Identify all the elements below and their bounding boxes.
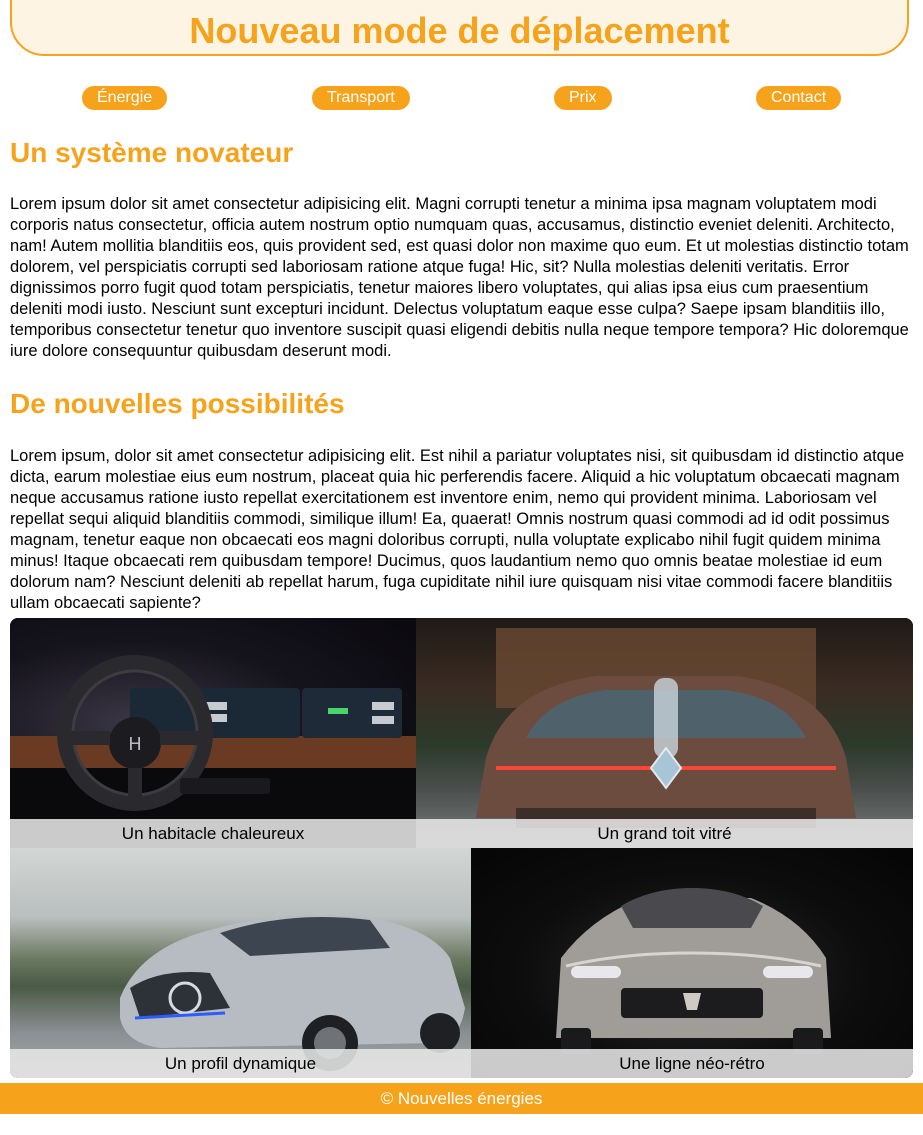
copyright-text: © Nouvelles énergies bbox=[380, 1089, 543, 1108]
electric-car-image bbox=[120, 914, 465, 1071]
section-text-possibilites: Lorem ipsum, dolor sit amet consectetur … bbox=[10, 447, 905, 612]
svg-text:H: H bbox=[128, 734, 142, 755]
gallery-item-profile: Un profil dynamique bbox=[10, 848, 471, 1078]
photo-gallery: H Un habitacle chaleureux Un grand toit … bbox=[10, 618, 913, 1078]
gallery-caption: Un grand toit vitré bbox=[416, 819, 913, 848]
gallery-caption: Une ligne néo-rétro bbox=[471, 1049, 913, 1078]
nav-link-contact[interactable]: Contact bbox=[756, 86, 842, 110]
gallery-item-glass-roof: Un grand toit vitré bbox=[416, 618, 913, 848]
site-header: Nouveau mode de déplacement bbox=[10, 0, 909, 56]
site-footer: © Nouvelles énergies bbox=[0, 1083, 923, 1114]
page-title: Nouveau mode de déplacement bbox=[189, 10, 730, 51]
concept-car-image bbox=[476, 628, 856, 828]
retro-coupe-image bbox=[556, 888, 831, 1054]
main-nav: Énergie Transport Prix Contact bbox=[0, 86, 923, 110]
nav-link-prix[interactable]: Prix bbox=[554, 86, 612, 110]
car-interior-image: H bbox=[10, 655, 416, 848]
gallery-caption: Un habitacle chaleureux bbox=[10, 819, 416, 848]
nav-link-energie[interactable]: Énergie bbox=[82, 86, 168, 110]
gallery-item-retro: Une ligne néo-rétro bbox=[471, 848, 913, 1078]
gallery-caption: Un profil dynamique bbox=[10, 1049, 471, 1078]
nav-link-transport[interactable]: Transport bbox=[312, 86, 410, 110]
section-title-possibilites: De nouvelles possibilités bbox=[10, 388, 345, 419]
gallery-item-interior: H Un habitacle chaleureux bbox=[10, 618, 416, 848]
section-text-systeme: Lorem ipsum dolor sit amet consectetur a… bbox=[10, 195, 909, 360]
section-title-systeme: Un système novateur bbox=[10, 137, 294, 168]
